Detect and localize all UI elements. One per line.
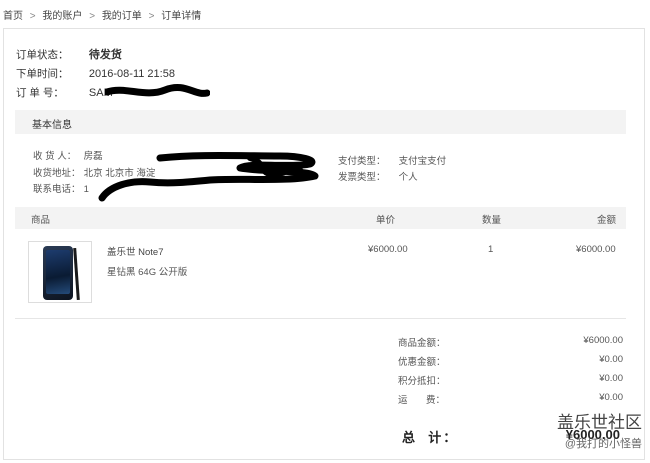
product-spec: 星钻黑 64G 公开版 bbox=[107, 267, 188, 278]
order-number-row: 订 单 号： SAM bbox=[16, 85, 113, 100]
product-table-header bbox=[15, 207, 626, 229]
order-time-label: 下单时间： bbox=[16, 68, 69, 80]
s-pen-image bbox=[73, 247, 80, 301]
breadcrumb-separator: > bbox=[148, 11, 155, 22]
order-status-row: 订单状态： 待发货 bbox=[16, 46, 122, 62]
product-qty: 1 bbox=[488, 244, 494, 255]
summary-value-shipping: ¥0.00 bbox=[599, 392, 623, 403]
product-amount: ¥6000.00 bbox=[576, 244, 616, 255]
pay-type-value: 支付宝支付 bbox=[398, 156, 447, 167]
breadcrumb-separator: > bbox=[29, 11, 36, 22]
divider bbox=[15, 318, 626, 319]
product-thumbnail[interactable] bbox=[28, 241, 92, 303]
phone-label: 联系电话： bbox=[33, 184, 81, 195]
invoice-type-value: 个人 bbox=[398, 172, 418, 183]
breadcrumb-order-detail: 订单详情 bbox=[161, 11, 202, 22]
breadcrumb-separator: > bbox=[89, 11, 96, 22]
phone-image bbox=[43, 246, 73, 300]
breadcrumb: 首页 > 我的账户 > 我的订单 > 订单详情 bbox=[3, 7, 205, 22]
product-price: ¥6000.00 bbox=[368, 244, 408, 255]
summary-label-shipping: 运 费： bbox=[398, 395, 445, 406]
phone-row: 联系电话： 1 bbox=[33, 181, 89, 195]
col-header-amount: 金额 bbox=[597, 215, 617, 226]
breadcrumb-home[interactable]: 首页 bbox=[3, 11, 23, 22]
total-label: 总 计： bbox=[402, 430, 459, 445]
community-watermark: 盖乐世社区 @我打的小怪兽 bbox=[557, 408, 642, 451]
pay-type-label: 支付类型： bbox=[338, 156, 386, 167]
summary-value-points: ¥0.00 bbox=[599, 373, 623, 384]
order-time-value: 2016-08-11 21:58 bbox=[88, 68, 175, 80]
watermark-title: 盖乐世社区 bbox=[557, 413, 642, 432]
col-header-qty: 数量 bbox=[482, 215, 502, 226]
address-label: 收货地址： bbox=[33, 168, 81, 179]
address-redaction bbox=[98, 152, 319, 202]
order-time-row: 下单时间： 2016-08-11 21:58 bbox=[16, 66, 175, 81]
breadcrumb-my-account[interactable]: 我的账户 bbox=[42, 11, 82, 22]
phone-value: 1 bbox=[83, 184, 89, 195]
basic-info-header: 基本信息 bbox=[15, 110, 626, 134]
invoice-type-label: 发票类型： bbox=[338, 172, 386, 183]
order-number-label: 订 单 号： bbox=[16, 87, 64, 99]
summary-label-points: 积分抵扣： bbox=[398, 376, 446, 387]
summary-label-discount: 优惠金额： bbox=[398, 357, 446, 368]
order-status-label: 订单状态： bbox=[16, 49, 69, 61]
invoice-type-row: 发票类型： 个人 bbox=[338, 169, 418, 183]
basic-info-title: 基本信息 bbox=[32, 120, 72, 131]
product-name[interactable]: 盖乐世 Note7 bbox=[107, 244, 164, 258]
order-number-redaction bbox=[105, 84, 210, 97]
col-header-price: 单价 bbox=[376, 215, 396, 226]
pay-type-row: 支付类型： 支付宝支付 bbox=[338, 153, 446, 167]
order-status-value: 待发货 bbox=[88, 49, 122, 61]
col-header-product: 商品 bbox=[31, 215, 51, 226]
receiver-label: 收 货 人： bbox=[33, 151, 77, 162]
summary-label-goods: 商品金额： bbox=[398, 338, 446, 349]
summary-value-discount: ¥0.00 bbox=[599, 354, 623, 365]
watermark-author: @我打的小怪兽 bbox=[564, 438, 642, 450]
breadcrumb-my-orders[interactable]: 我的订单 bbox=[102, 11, 142, 22]
summary-value-goods: ¥6000.00 bbox=[583, 335, 623, 346]
